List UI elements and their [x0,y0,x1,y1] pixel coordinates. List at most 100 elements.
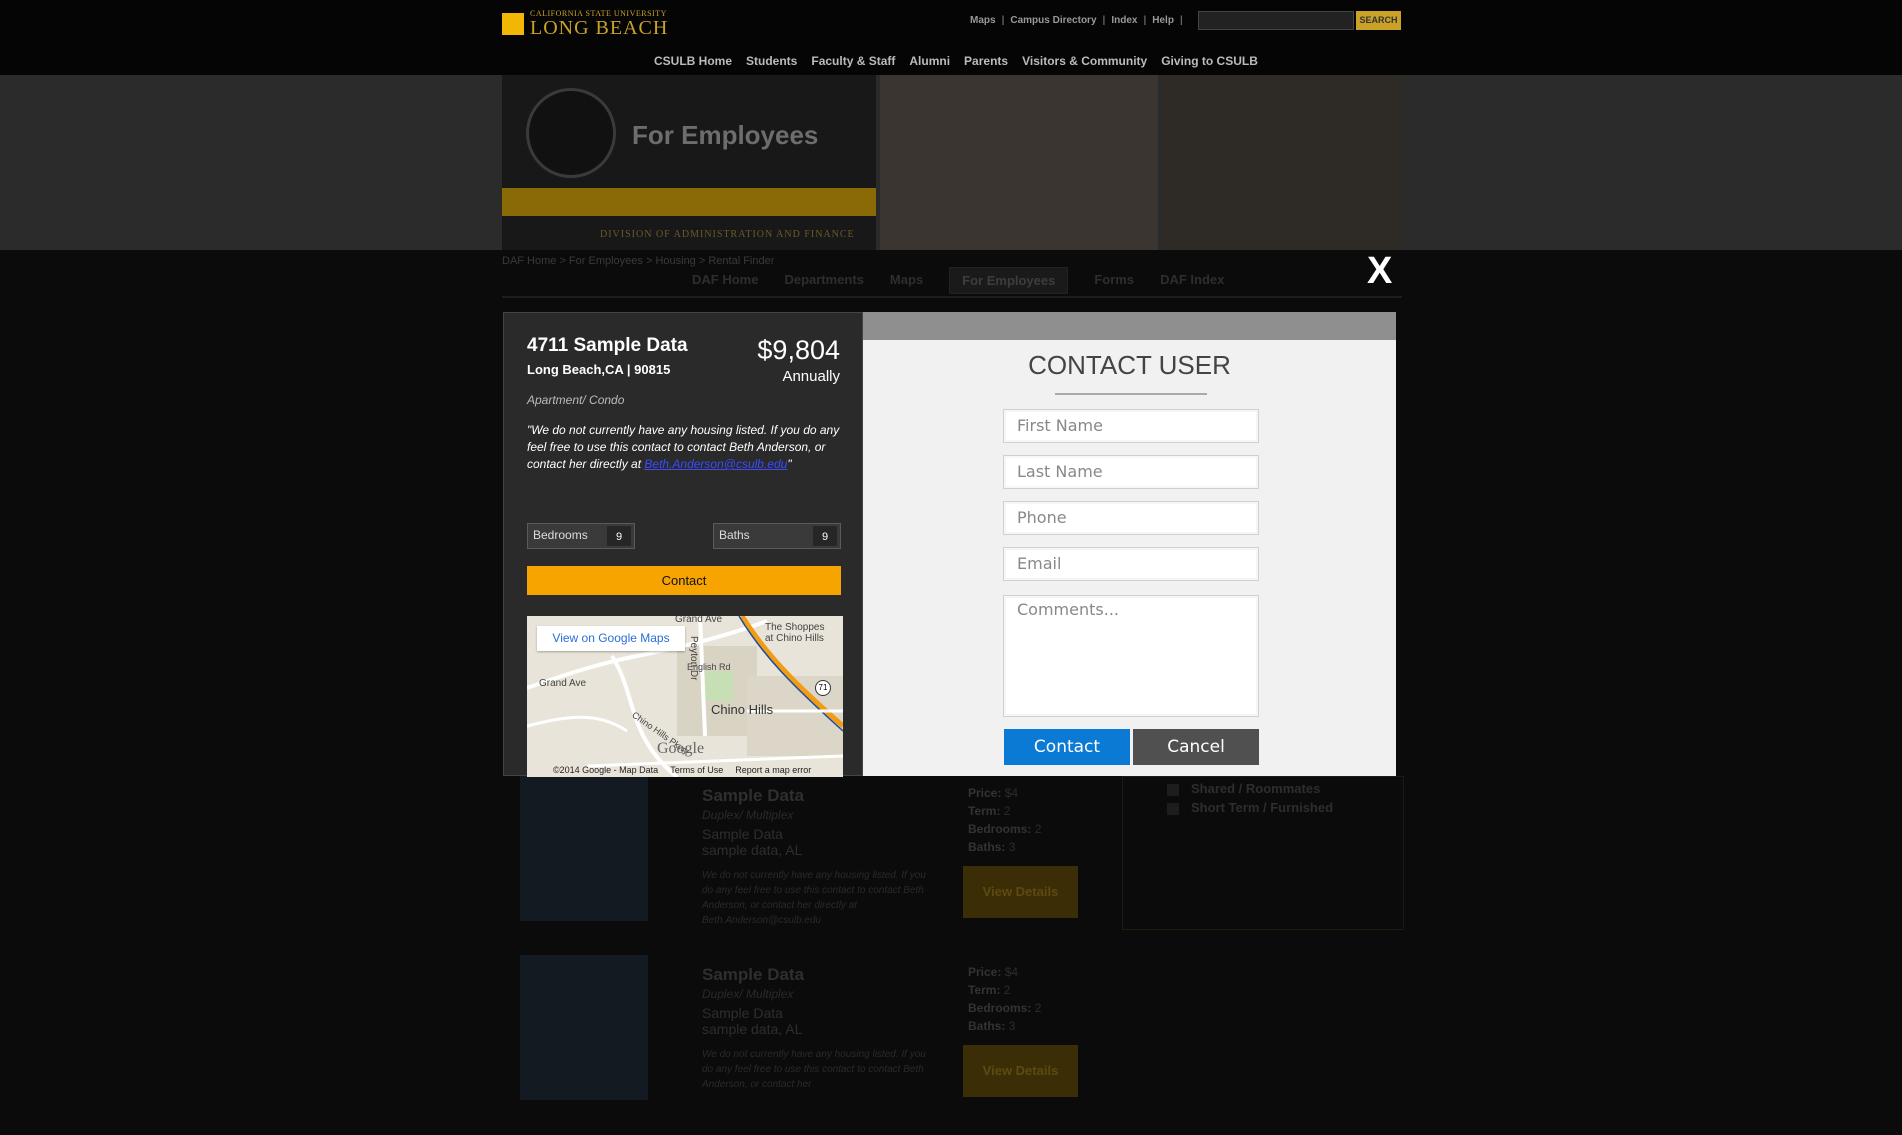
term-label: Term: [968,983,1001,997]
bedrooms-value: 2 [1034,1001,1042,1015]
comments-field[interactable]: Comments... [1003,595,1259,717]
baths-value: 9 [813,526,837,546]
filter-shared[interactable]: Shared / Roommates [1167,781,1320,796]
banner-photo-employee [1162,75,1402,250]
property-details-panel: 4711 Sample Data Long Beach,CA | 90815 $… [503,312,863,777]
filter-label: Short Term / Furnished [1191,800,1334,815]
tab-divider [502,296,1402,298]
section-tabs: DAF Home Departments Maps For Employees … [692,267,1224,294]
university-logo[interactable]: CALIFORNIA STATE UNIVERSITY LONG BEACH [502,10,668,38]
first-name-field[interactable]: First Name [1003,409,1259,443]
property-type: Apartment/ Condo [527,393,625,407]
map-copyright: ©2014 Google - Map Data [553,765,659,775]
contact-email-link[interactable]: Beth.Anderson@csulb.edu [644,457,787,471]
util-link-directory[interactable]: Campus Directory [1010,15,1096,26]
property-price-period: Annually [782,368,840,385]
property-address: Long Beach,CA | 90815 [527,362,671,377]
price-value: $4 [1004,786,1019,800]
form-title: CONTACT USER [1028,350,1231,380]
close-modal-button[interactable]: X [1367,252,1392,290]
term-value: 2 [1003,983,1011,997]
tab-departments[interactable]: Departments [784,272,863,294]
listing-photo[interactable] [520,776,648,921]
listing-address: Sample Data sample data, AL [702,1005,802,1037]
bedrooms-box: Bedrooms 9 [527,523,635,549]
filter-panel: Shared / Roommates Short Term / Furnishe… [1122,776,1404,930]
view-details-button[interactable]: View Details [963,866,1078,918]
banner-photo-worker [880,75,1158,250]
map-label: Peyton Dr [688,636,699,681]
baths-label: Baths: [968,1019,1006,1033]
view-details-button[interactable]: View Details [963,1045,1078,1097]
listing-photo[interactable] [520,955,648,1100]
contact-submit-button[interactable]: Contact [1004,729,1130,765]
contact-modal: 4711 Sample Data Long Beach,CA | 90815 $… [503,312,1396,777]
baths-value: 3 [1008,840,1016,854]
property-title: 4711 Sample Data [527,335,688,356]
bedrooms-value: 9 [607,526,631,546]
listing-meta: Price: $4 Term: 2 Bedrooms: 2 Baths: 3 [968,963,1041,1035]
util-link-index[interactable]: Index [1111,15,1137,26]
logo-mark-icon [502,13,524,35]
nav-parents[interactable]: Parents [964,54,1008,68]
map-label: at Chino Hills [765,633,824,644]
description-end: " [787,457,792,471]
util-link-maps[interactable]: Maps [970,15,996,26]
util-link-help[interactable]: Help [1152,15,1174,26]
utility-links: Maps | Campus Directory | Index | Help | [970,15,1183,26]
banner-division: DIVISION OF ADMINISTRATION AND FINANCE [600,229,855,240]
location-map[interactable]: View on Google Maps Grand Ave Peyton Dr … [527,616,843,777]
view-on-google-maps-button[interactable]: View on Google Maps [537,626,685,651]
map-terms-link[interactable]: Terms of Use [670,764,723,777]
email-field[interactable]: Email [1003,547,1259,581]
map-label: English Rd [687,662,731,672]
nav-csulb-home[interactable]: CSULB Home [654,54,732,68]
listing-address-line2: sample data, AL [702,842,803,858]
main-nav: CSULB Home Students Faculty & Staff Alum… [654,54,1258,68]
last-name-field[interactable]: Last Name [1003,455,1259,489]
filter-short-term[interactable]: Short Term / Furnished [1167,800,1333,815]
listing-address-line1: Sample Data [702,1005,783,1021]
nav-faculty-staff[interactable]: Faculty & Staff [811,54,895,68]
google-logo: Google [657,740,705,757]
baths-label: Baths: [968,840,1006,854]
contact-form-panel: CONTACT USER First Name Last Name Phone … [863,312,1396,776]
nav-students[interactable]: Students [746,54,797,68]
tab-daf-home[interactable]: DAF Home [692,272,758,294]
tab-maps[interactable]: Maps [890,272,923,294]
listing-type: Duplex/ Multiplex [702,987,794,1001]
property-contact-button[interactable]: Contact [527,566,841,595]
listing-address-line1: Sample Data [702,826,783,842]
site-search-input[interactable] [1198,11,1354,30]
checkbox-icon[interactable] [1167,802,1179,815]
property-description: "We do not currently have any housing li… [527,422,845,473]
baths-label: Baths [719,528,750,542]
listing-description: We do not currently have any housing lis… [702,1049,926,1090]
map-label: Grand Ave [539,678,587,689]
checkbox-icon[interactable] [1167,783,1179,796]
map-city-label: Chino Hills [711,702,774,717]
cancel-button[interactable]: Cancel [1133,729,1259,765]
tab-forms[interactable]: Forms [1094,272,1134,294]
form-title-rule [1055,393,1207,395]
phone-field[interactable]: Phone [1003,501,1259,535]
map-report-link[interactable]: Report a map error [735,764,811,777]
listing-item: Sample Data Duplex/ Multiplex Sample Dat… [502,776,1102,956]
tab-daf-index[interactable]: DAF Index [1160,272,1224,294]
listing-title: Sample Data [702,965,805,984]
bedrooms-label: Bedrooms: [968,822,1032,836]
listing-item: Sample Data Duplex/ Multiplex Sample Dat… [502,955,1102,1135]
nav-visitors[interactable]: Visitors & Community [1022,54,1147,68]
nav-alumni[interactable]: Alumni [909,54,950,68]
map-label: The Shoppes [765,622,825,633]
baths-box: Baths 9 [713,523,841,549]
listing-type: Duplex/ Multiplex [702,808,794,822]
breadcrumb[interactable]: DAF Home > For Employees > Housing > Ren… [502,255,774,267]
highway-71-shield-icon: 71 [815,680,831,696]
tab-for-employees[interactable]: For Employees [949,267,1069,294]
site-search-button[interactable]: SEARCH [1356,11,1401,30]
map-label: Grand Ave [675,616,723,625]
map-footer: ©2014 Google - Map Data Terms of Use Rep… [527,764,843,777]
nav-giving[interactable]: Giving to CSULB [1161,54,1258,68]
listing-description: We do not currently have any housing lis… [702,870,926,926]
